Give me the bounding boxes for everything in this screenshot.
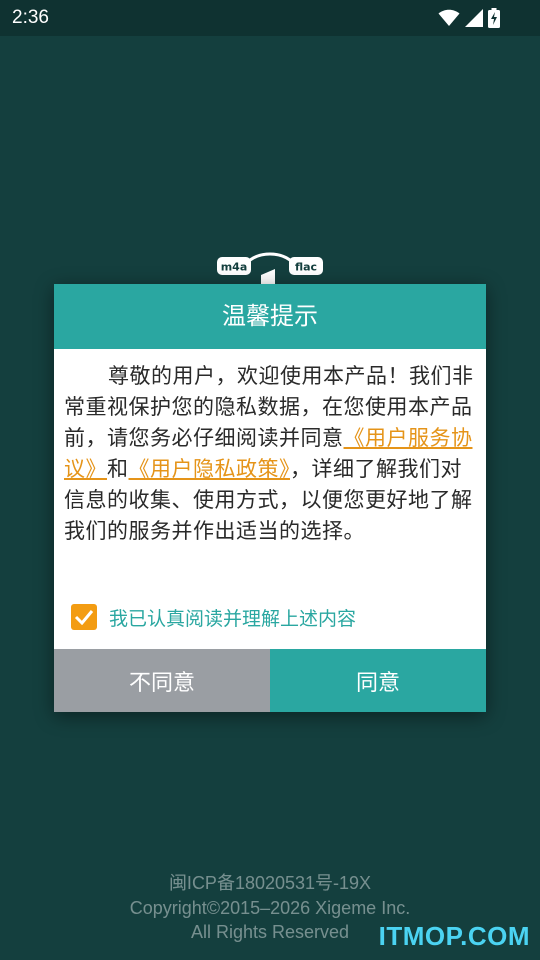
battery-charging-icon [488,8,500,28]
watermark: ITMOP.COM [378,921,530,951]
agree-button[interactable]: 同意 [270,649,486,712]
privacy-dialog: 温馨提示 尊敬的用户，欢迎使用本产品！我们非常重视保护您的隐私数据，在您使用本产… [54,284,486,712]
logo-badge-right: flac [295,261,317,274]
cellular-signal-icon [465,9,483,27]
footer-copyright: Copyright©2015–2026 Xigeme Inc. [129,898,411,918]
checkmark-icon [74,610,94,625]
status-time: 2:36 [12,7,49,28]
agree-checkbox[interactable] [71,604,97,630]
agree-checkbox-row[interactable]: 我已认真阅读并理解上述内容 [71,602,356,632]
wifi-icon [438,9,460,26]
dialog-body: 尊敬的用户，欢迎使用本产品！我们非常重视保护您的隐私数据，在您使用本产品前，请您… [54,349,486,649]
dialog-buttons: 不同意 同意 [54,649,486,712]
status-icons [438,8,500,28]
dialog-title: 温馨提示 [54,284,486,349]
agree-checkbox-label[interactable]: 我已认真阅读并理解上述内容 [109,604,356,631]
footer-icp: 闽ICP备18020531号-19X [168,873,372,893]
privacy-policy-link[interactable]: 《用户隐私政策》 [129,457,291,481]
status-bar: 2:36 [0,0,540,36]
message-part-2: 和 [107,457,129,481]
privacy-message: 尊敬的用户，欢迎使用本产品！我们非常重视保护您的隐私数据，在您使用本产品前，请您… [64,361,476,547]
disagree-button[interactable]: 不同意 [54,649,270,712]
logo-badge-left: m4a [221,261,248,274]
app-logo: m4a flac [217,252,323,285]
